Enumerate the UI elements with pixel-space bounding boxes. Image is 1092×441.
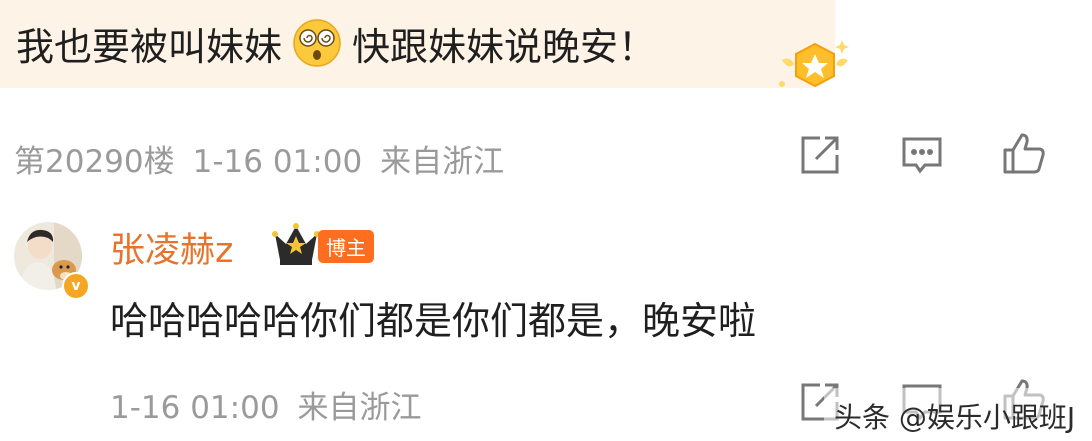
avatar[interactable]: v: [14, 222, 90, 300]
comment-text: 我也要被叫妹妹 快跟妹妹说晚安！: [16, 16, 656, 70]
reply-text: 哈哈哈哈哈你们都是你们都是，晚安啦: [110, 299, 757, 343]
comment-meta: 第20290楼 1-16 01:00 来自浙江: [14, 136, 504, 181]
dizzy-face-emoji-icon: [292, 18, 342, 68]
share-icon[interactable]: [798, 133, 842, 181]
comment-date: 1-16 01:00: [192, 144, 363, 180]
reply-meta: 1-16 01:00 来自浙江: [110, 382, 422, 427]
like-icon[interactable]: [1000, 130, 1048, 182]
floor-number: 第20290楼: [14, 144, 175, 180]
star-medal-icon: [776, 36, 854, 98]
comment-icon[interactable]: [900, 133, 944, 181]
verified-badge-icon: v: [62, 272, 90, 300]
blogger-badge: 博主: [318, 230, 374, 263]
watermark-text: 头条 @娱乐小跟班J: [834, 401, 1076, 434]
comment-bubble: 我也要被叫妹妹 快跟妹妹说晚安！: [0, 0, 849, 88]
crown-icon: [272, 222, 320, 272]
comment-text-after: 快跟妹妹说晚安！: [352, 24, 657, 69]
watermark: 头条 @娱乐小跟班J: [824, 388, 1092, 441]
reply-username[interactable]: 张凌赫z: [110, 222, 233, 273]
comment-source: 来自浙江: [380, 144, 505, 180]
reply-source: 来自浙江: [297, 390, 422, 426]
reply-date: 1-16 01:00: [110, 390, 280, 426]
comment-text-before: 我也要被叫妹妹: [16, 24, 283, 69]
